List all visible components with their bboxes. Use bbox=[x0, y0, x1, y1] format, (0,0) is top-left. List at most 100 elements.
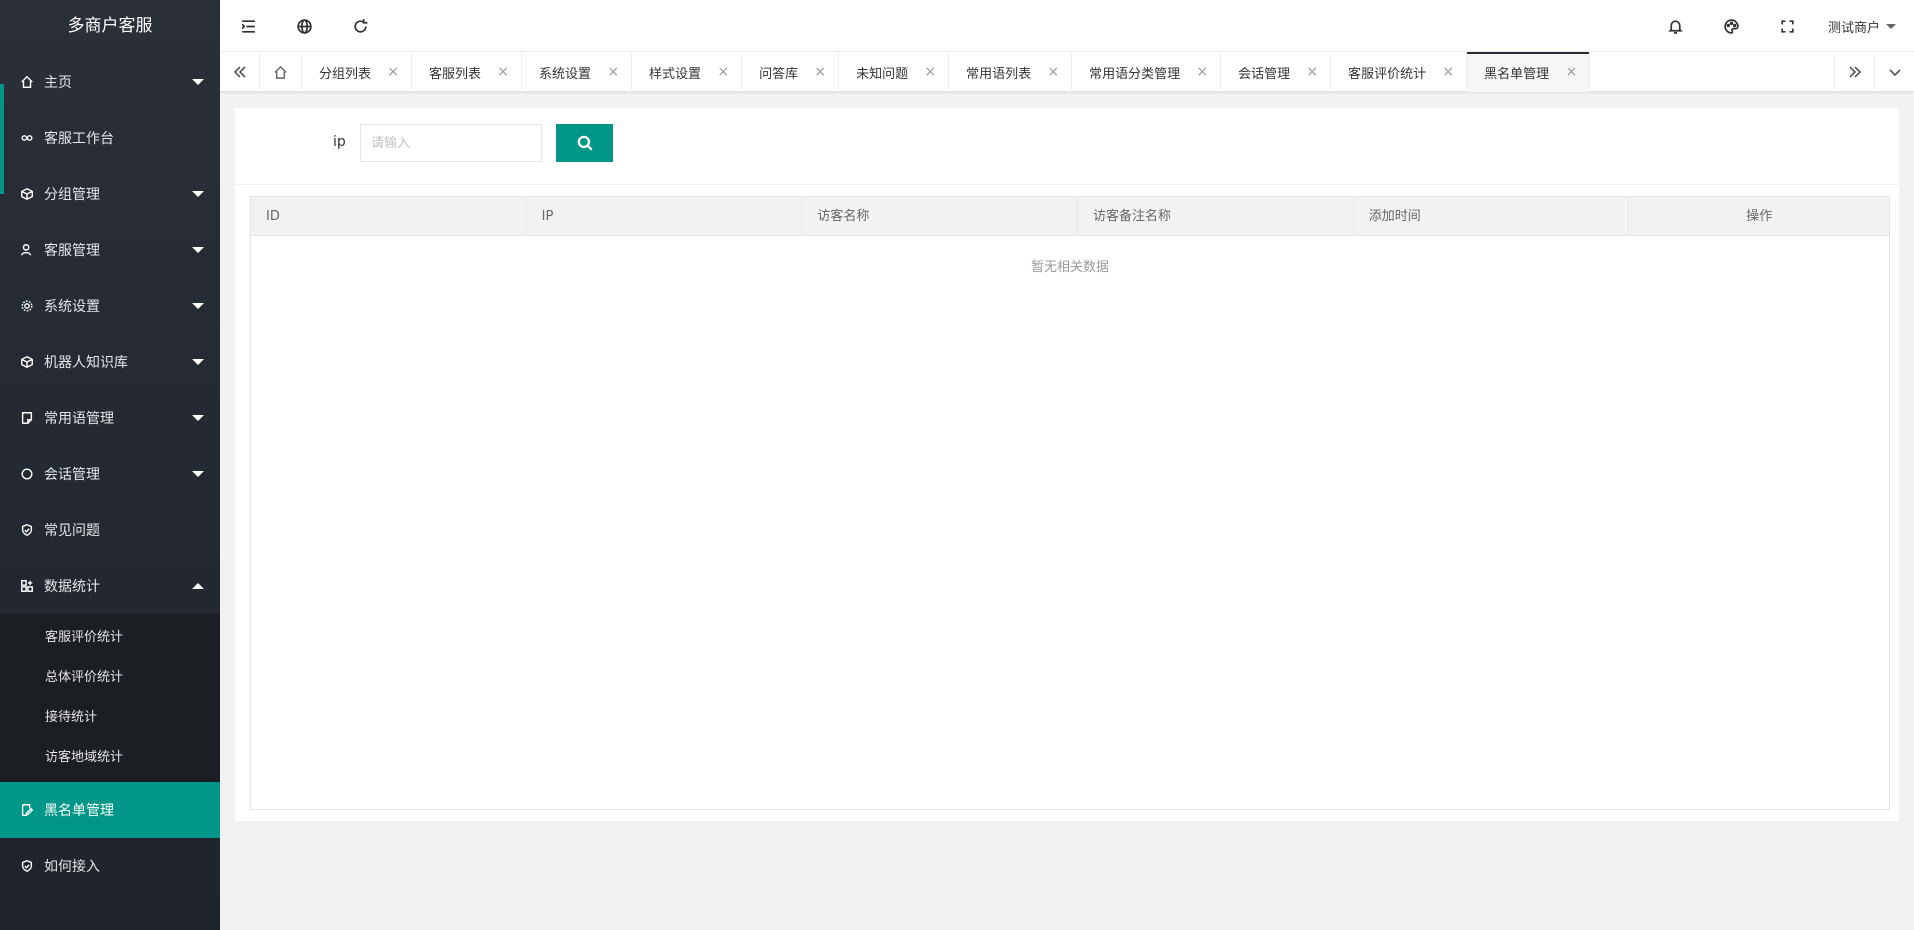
sidebar-item-home[interactable]: 主页 bbox=[0, 54, 220, 194]
collapse-sidebar-button[interactable] bbox=[220, 0, 276, 52]
chat-icon bbox=[20, 467, 34, 481]
close-icon[interactable]: × bbox=[387, 65, 399, 79]
cube-icon bbox=[20, 187, 34, 201]
column-header-visitor-name[interactable]: 访客名称 bbox=[802, 197, 1079, 236]
sidebar-item-groups[interactable]: 分组管理 bbox=[0, 166, 220, 222]
submenu-item-agent-rating[interactable]: 客服评价统计 bbox=[0, 618, 220, 658]
main-content: ip ID IP 访客名称 访客备注名称 添加时间 操作 暂无相关数据 bbox=[235, 108, 1899, 821]
search-icon bbox=[577, 135, 593, 151]
column-header-id[interactable]: ID bbox=[251, 197, 527, 236]
gear-icon bbox=[20, 299, 34, 313]
submenu-item-overall-rating[interactable]: 总体评价统计 bbox=[0, 658, 220, 698]
header-left-tools bbox=[220, 0, 388, 52]
empty-state-text: 暂无相关数据 bbox=[1030, 260, 1109, 275]
tab-label: 客服评价统计 bbox=[1348, 66, 1427, 82]
sidebar-item-settings[interactable]: 系统设置 bbox=[0, 278, 220, 334]
ip-search-input[interactable] bbox=[360, 124, 542, 162]
tab-agent-rating[interactable]: 客服评价统计 × bbox=[1331, 52, 1468, 92]
tab-session-management[interactable]: 会话管理 × bbox=[1221, 52, 1332, 92]
tab-label: 常用语分类管理 bbox=[1089, 66, 1181, 82]
sidebar-item-label: 客服工作台 bbox=[44, 131, 114, 147]
sidebar-item-blacklist[interactable]: 黑名单管理 bbox=[0, 782, 220, 838]
close-icon[interactable]: × bbox=[1047, 65, 1059, 79]
chevron-down-icon bbox=[192, 79, 204, 85]
chevron-up-icon bbox=[192, 583, 204, 589]
tab-group-list[interactable]: 分组列表 × bbox=[302, 52, 413, 92]
tabs-scroll-left-button[interactable] bbox=[220, 52, 260, 92]
tab-label: 黑名单管理 bbox=[1484, 66, 1550, 82]
sidebar-item-faq[interactable]: 常见问题 bbox=[0, 502, 220, 558]
edit-icon bbox=[20, 803, 34, 817]
notifications-button[interactable] bbox=[1648, 0, 1704, 52]
tab-label: 客服列表 bbox=[429, 66, 482, 82]
refresh-icon bbox=[353, 18, 367, 33]
tab-label: 样式设置 bbox=[649, 66, 702, 82]
table-header: ID IP 访客名称 访客备注名称 添加时间 操作 bbox=[251, 197, 1889, 236]
close-icon[interactable]: × bbox=[924, 65, 936, 79]
refresh-button[interactable] bbox=[332, 0, 388, 52]
sidebar-item-how-to-integrate[interactable]: 如何接入 bbox=[0, 838, 220, 894]
chevron-down-icon bbox=[192, 359, 204, 365]
tab-style-settings[interactable]: 样式设置 × bbox=[632, 52, 743, 92]
close-icon[interactable]: × bbox=[607, 65, 619, 79]
theme-button[interactable] bbox=[1704, 0, 1760, 52]
sidebar-item-label: 主页 bbox=[44, 75, 72, 91]
tab-blacklist[interactable]: 黑名单管理 × bbox=[1467, 52, 1591, 92]
chevron-down-icon bbox=[192, 415, 204, 421]
sidebar-item-label: 常见问题 bbox=[44, 523, 100, 539]
top-header: 测试商户 bbox=[220, 0, 1914, 52]
double-chevron-left-icon bbox=[233, 66, 246, 78]
header-right-tools: 测试商户 bbox=[1648, 0, 1914, 52]
tab-qa-library[interactable]: 问答库 × bbox=[742, 52, 840, 92]
tab-phrase-list[interactable]: 常用语列表 × bbox=[949, 52, 1073, 92]
user-menu[interactable]: 测试商户 bbox=[1816, 0, 1914, 52]
home-icon bbox=[20, 75, 34, 89]
statistics-submenu: 客服评价统计 总体评价统计 接待统计 访客地域统计 bbox=[0, 614, 220, 782]
tab-system-settings[interactable]: 系统设置 × bbox=[522, 52, 633, 92]
tab-label: 分组列表 bbox=[319, 66, 372, 82]
column-header-added-time[interactable]: 添加时间 bbox=[1354, 197, 1630, 236]
tab-label: 会话管理 bbox=[1238, 66, 1291, 82]
close-icon[interactable]: × bbox=[814, 65, 826, 79]
sidebar-item-statistics[interactable]: 数据统计 bbox=[0, 558, 220, 614]
tabs-bar: 分组列表 × 客服列表 × 系统设置 × 样式设置 × 问答库 × 未知问题 × 常用语列表… bbox=[220, 52, 1914, 92]
sidebar-item-robot-kb[interactable]: 机器人知识库 bbox=[0, 334, 220, 390]
tabs-scroll-right-button[interactable] bbox=[1834, 52, 1874, 92]
sidebar-item-sessions[interactable]: 会话管理 bbox=[0, 446, 220, 502]
close-icon[interactable]: × bbox=[1442, 65, 1454, 79]
menu-fold-icon bbox=[241, 19, 255, 33]
tab-phrase-category[interactable]: 常用语分类管理 × bbox=[1072, 52, 1222, 92]
close-icon[interactable]: × bbox=[1196, 65, 1208, 79]
chevron-down-icon bbox=[192, 191, 204, 197]
sidebar-item-label: 如何接入 bbox=[44, 859, 100, 875]
fullscreen-icon bbox=[1781, 19, 1795, 33]
column-header-visitor-remark[interactable]: 访客备注名称 bbox=[1078, 197, 1354, 236]
side-menu: 主页 客服工作台 分组管理 客服管理 系统设置 机器人知识库 常用语管理 会话管… bbox=[0, 54, 220, 614]
search-button[interactable] bbox=[556, 124, 613, 162]
sidebar-item-label: 黑名单管理 bbox=[44, 803, 114, 819]
website-button[interactable] bbox=[276, 0, 332, 52]
sidebar-item-agents[interactable]: 客服管理 bbox=[0, 222, 220, 278]
sidebar-item-workbench[interactable]: 客服工作台 bbox=[0, 110, 220, 166]
app-title: 多商户客服 bbox=[67, 16, 153, 36]
tab-home[interactable] bbox=[260, 52, 302, 92]
user-icon bbox=[20, 243, 34, 257]
submenu-item-reception[interactable]: 接待统计 bbox=[0, 698, 220, 738]
cube-icon bbox=[20, 355, 34, 369]
double-chevron-right-icon bbox=[1848, 66, 1861, 78]
tab-unknown-questions[interactable]: 未知问题 × bbox=[839, 52, 950, 92]
column-header-ip[interactable]: IP bbox=[527, 197, 803, 236]
shield-icon bbox=[20, 523, 34, 537]
close-icon[interactable]: × bbox=[1306, 65, 1318, 79]
close-icon[interactable]: × bbox=[1565, 65, 1577, 79]
close-icon[interactable]: × bbox=[497, 65, 509, 79]
close-icon[interactable]: × bbox=[717, 65, 729, 79]
sidebar-item-phrases[interactable]: 常用语管理 bbox=[0, 390, 220, 446]
sidebar-item-label: 会话管理 bbox=[44, 467, 100, 483]
tabs-dropdown-button[interactable] bbox=[1874, 52, 1914, 92]
fullscreen-button[interactable] bbox=[1760, 0, 1816, 52]
tab-label: 问答库 bbox=[759, 66, 799, 82]
tab-agent-list[interactable]: 客服列表 × bbox=[412, 52, 523, 92]
submenu-item-visitor-region[interactable]: 访客地域统计 bbox=[0, 738, 220, 778]
caret-down-icon bbox=[1886, 23, 1896, 29]
